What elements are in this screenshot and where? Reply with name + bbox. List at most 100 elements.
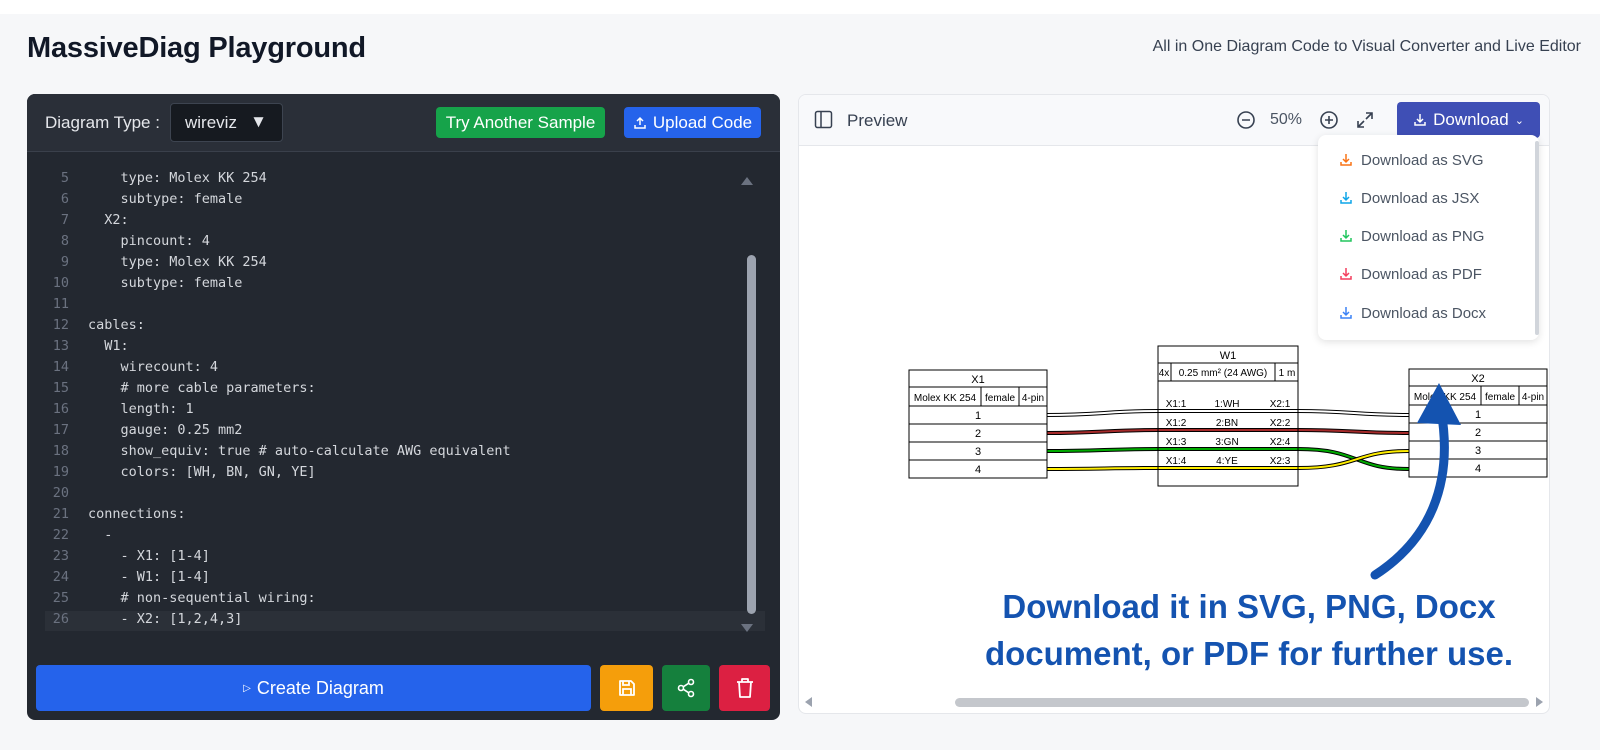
code-line: 9 type: Molex KK 254 bbox=[60, 254, 267, 270]
svg-text:1: 1 bbox=[1475, 409, 1481, 421]
diagram-type-label: Diagram Type : bbox=[45, 113, 160, 132]
svg-text:4: 4 bbox=[975, 464, 981, 476]
scroll-right-arrow[interactable] bbox=[1536, 697, 1543, 707]
code-line: 7 X2: bbox=[60, 212, 129, 228]
svg-text:2:BN: 2:BN bbox=[1216, 418, 1238, 429]
diagram-type-value: wireviz bbox=[185, 113, 237, 132]
svg-text:4-pin: 4-pin bbox=[1522, 392, 1544, 403]
code-line: 16 length: 1 bbox=[52, 401, 194, 417]
chevron-down-icon: ⌄ bbox=[1514, 114, 1524, 127]
try-another-sample-button[interactable]: Try Another Sample bbox=[436, 107, 605, 138]
code-line: 24 - W1: [1-4] bbox=[52, 569, 210, 585]
zoom-in-icon[interactable] bbox=[1319, 110, 1339, 130]
code-line: 10 subtype: female bbox=[52, 275, 243, 291]
page-subtitle: All in One Diagram Code to Visual Conver… bbox=[1152, 38, 1581, 55]
code-line-partial bbox=[45, 148, 765, 168]
code-line: 15 # more cable parameters: bbox=[52, 380, 316, 396]
download-svg-item[interactable]: Download as SVG bbox=[1339, 150, 1484, 170]
svg-text:X2:4: X2:4 bbox=[1270, 437, 1291, 448]
download-icon bbox=[1414, 114, 1426, 126]
download-icon bbox=[1340, 192, 1352, 204]
svg-text:female: female bbox=[1485, 392, 1515, 403]
svg-text:2: 2 bbox=[1475, 427, 1481, 439]
save-button[interactable] bbox=[600, 665, 653, 711]
code-editor[interactable]: 5 type: Molex KK 254 6 subtype: female 7… bbox=[45, 160, 765, 640]
svg-text:X2:3: X2:3 bbox=[1270, 456, 1291, 467]
preview-panel: Preview 50% Download ⌄ X1 Molex KK 254 f… bbox=[798, 94, 1550, 714]
preview-label: Preview bbox=[847, 111, 908, 130]
svg-text:1:WH: 1:WH bbox=[1215, 399, 1240, 410]
download-icon bbox=[1340, 230, 1352, 242]
zoom-out-icon[interactable] bbox=[1236, 110, 1256, 130]
play-icon: ▷ bbox=[243, 682, 251, 694]
zoom-level: 50% bbox=[1270, 111, 1303, 128]
connector-x1: X1 Molex KK 254 female 4-pin 1 2 3 4 bbox=[908, 369, 1048, 479]
code-editor-panel: Diagram Type : wireviz ▼ Try Another Sam… bbox=[27, 94, 780, 720]
page-title: MassiveDiag Playground bbox=[27, 32, 366, 64]
svg-text:W1: W1 bbox=[1220, 350, 1237, 362]
svg-text:2: 2 bbox=[975, 428, 981, 440]
svg-text:0.25 mm² (24 AWG): 0.25 mm² (24 AWG) bbox=[1179, 368, 1268, 379]
save-icon bbox=[618, 680, 635, 696]
download-jsx-item[interactable]: Download as JSX bbox=[1339, 188, 1479, 208]
svg-text:X1:1: X1:1 bbox=[1166, 399, 1187, 410]
caret-down-icon: ▼ bbox=[250, 112, 267, 131]
code-line: 5 type: Molex KK 254 bbox=[60, 170, 267, 186]
create-diagram-button[interactable]: ▷ Create Diagram bbox=[36, 665, 591, 711]
scroll-up-arrow[interactable] bbox=[741, 177, 753, 185]
svg-text:female: female bbox=[985, 393, 1015, 404]
svg-text:4:YE: 4:YE bbox=[1216, 456, 1238, 467]
svg-text:X2: X2 bbox=[1471, 373, 1484, 385]
sidebar-toggle-icon[interactable] bbox=[814, 110, 833, 129]
code-line: 21 connections: bbox=[52, 506, 186, 522]
annotation-arrow-icon bbox=[1370, 383, 1461, 580]
code-line: 17 gauge: 0.25 mm2 bbox=[52, 422, 243, 438]
download-docx-item[interactable]: Download as Docx bbox=[1339, 303, 1486, 323]
download-button[interactable]: Download ⌄ bbox=[1397, 102, 1540, 138]
code-line: 11 bbox=[52, 296, 69, 312]
fullscreen-icon[interactable] bbox=[1355, 110, 1375, 130]
svg-text:4-pin: 4-pin bbox=[1022, 393, 1044, 404]
download-icon bbox=[1340, 307, 1352, 319]
trash-icon bbox=[736, 678, 753, 698]
svg-text:3: 3 bbox=[975, 446, 981, 458]
code-line: 23 - X1: [1-4] bbox=[52, 548, 210, 564]
code-line: 14 wirecount: 4 bbox=[52, 359, 219, 375]
diagram-type-select[interactable]: wireviz ▼ bbox=[170, 103, 283, 142]
svg-text:1 m: 1 m bbox=[1279, 368, 1296, 379]
svg-text:3:GN: 3:GN bbox=[1215, 437, 1238, 448]
share-icon bbox=[677, 678, 695, 698]
code-line: 12 cables: bbox=[52, 317, 145, 333]
code-line: 20 bbox=[52, 485, 69, 501]
svg-text:1: 1 bbox=[975, 410, 981, 422]
code-line: 8 pincount: 4 bbox=[60, 233, 210, 249]
code-line: 18 show_equiv: true # auto-calculate AWG… bbox=[52, 443, 511, 459]
svg-text:4: 4 bbox=[1475, 463, 1481, 475]
code-line-active: 26 - X2: [1,2,4,3] bbox=[45, 611, 765, 631]
svg-text:X1:4: X1:4 bbox=[1166, 456, 1187, 467]
delete-button[interactable] bbox=[719, 665, 770, 711]
scroll-left-arrow[interactable] bbox=[805, 697, 812, 707]
download-button-label: Download bbox=[1433, 110, 1509, 129]
code-line: 25 # non-sequential wiring: bbox=[52, 590, 316, 606]
download-menu: Download as SVG Download as JSX Download… bbox=[1318, 135, 1539, 340]
upload-code-button[interactable]: Upload Code bbox=[624, 107, 761, 138]
svg-text:X1:2: X1:2 bbox=[1166, 418, 1187, 429]
menu-scrollbar[interactable] bbox=[1535, 141, 1539, 335]
editor-vertical-scrollbar[interactable] bbox=[747, 255, 756, 614]
create-button-label: Create Diagram bbox=[256, 677, 384, 698]
svg-text:X1:3: X1:3 bbox=[1166, 437, 1187, 448]
svg-text:4x: 4x bbox=[1159, 368, 1170, 379]
svg-text:X1: X1 bbox=[971, 374, 984, 386]
cable-w1: W1 4x 0.25 mm² (24 AWG) 1 m X1:1 1:WH X2… bbox=[1157, 345, 1299, 487]
scroll-down-arrow[interactable] bbox=[741, 624, 753, 632]
share-button[interactable] bbox=[662, 665, 710, 711]
upload-icon bbox=[634, 116, 646, 129]
editor-toolbar: Diagram Type : wireviz ▼ Try Another Sam… bbox=[27, 94, 780, 152]
preview-horizontal-scrollbar[interactable] bbox=[955, 698, 1529, 707]
download-pdf-item[interactable]: Download as PDF bbox=[1339, 264, 1482, 284]
download-callout-text: Download it in SVG, PNG, Docx document, … bbox=[984, 588, 1514, 672]
download-png-item[interactable]: Download as PNG bbox=[1339, 226, 1484, 246]
code-line: 19 colors: [WH, BN, GN, YE] bbox=[52, 464, 316, 480]
sample-button-label: Try Another Sample bbox=[445, 112, 596, 132]
